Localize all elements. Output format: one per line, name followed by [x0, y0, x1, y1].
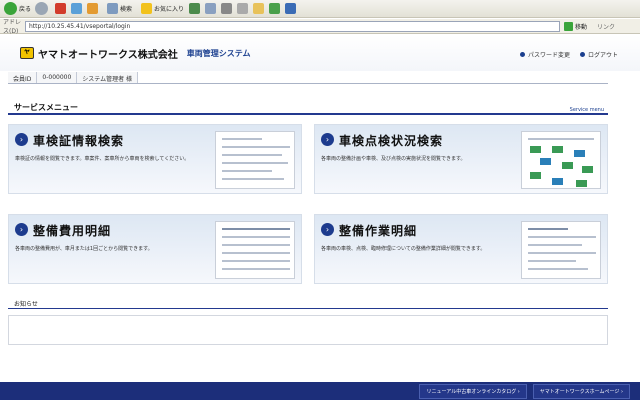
- star-icon: [141, 3, 153, 14]
- card-thumbnail: [521, 221, 601, 279]
- divider: [8, 113, 608, 115]
- password-change-link[interactable]: パスワード変更: [519, 50, 570, 59]
- card-title: 整備作業明細: [339, 224, 418, 238]
- edit-icon[interactable]: [237, 3, 249, 14]
- card-description: 車検証の情報を閲覧できます。車案件、案車所から車両を検索してください。: [15, 156, 190, 162]
- card-thumbnail: [521, 131, 601, 189]
- messenger-icon[interactable]: [269, 3, 281, 14]
- notice-title: お知らせ: [14, 301, 38, 308]
- address-input[interactable]: http://10.25.45.41/vseportal/login: [25, 20, 560, 32]
- refresh-icon[interactable]: [71, 3, 83, 14]
- service-menu-title: サービスメニュー: [14, 103, 78, 112]
- site-header: ヤ ヤマトオートワークス株式会社 車両管理システム パスワード変更 ログアウト: [0, 35, 640, 71]
- bullet-icon: [519, 52, 525, 57]
- divider: [8, 308, 608, 309]
- home-icon[interactable]: [87, 3, 99, 14]
- forward-button[interactable]: [35, 2, 50, 15]
- yamato-logo-icon: ヤ: [20, 47, 34, 59]
- arrow-right-icon: ›: [15, 133, 28, 146]
- browser-toolbar: 戻る 検索 お気に入り: [0, 0, 640, 18]
- card-title: 車検点検状況検索: [339, 134, 444, 148]
- card-inspection-status-search[interactable]: › 車検点検状況検索 各車両の整備計画や車検、及び点検の実施状況を閲覧できます。: [314, 124, 608, 194]
- header-links: パスワード変更 ログアウト: [510, 50, 618, 59]
- address-bar: アドレス(D) http://10.25.45.41/vseportal/log…: [0, 19, 640, 35]
- search-button[interactable]: 検索: [102, 3, 132, 14]
- card-description: 各車両の車検、点検、臨時修理についての整備作業詳細が閲覧できます。: [321, 246, 486, 252]
- forward-icon: [35, 2, 49, 15]
- arrow-right-icon: ›: [15, 223, 28, 236]
- card-description: 各車両の整備計画や車検、及び点検の実施状況を閲覧できます。: [321, 156, 466, 162]
- system-name: 車両管理システム: [186, 48, 251, 58]
- company-name: ヤマトオートワークス株式会社: [38, 49, 178, 61]
- folder-icon[interactable]: [253, 3, 265, 14]
- page-content: ヤ ヤマトオートワークス株式会社 車両管理システム パスワード変更 ログアウト …: [0, 35, 640, 400]
- user-role: システム管理者 様: [77, 72, 139, 83]
- mail-icon[interactable]: [205, 3, 217, 14]
- member-id-label: 会員ID: [8, 72, 38, 83]
- links-label[interactable]: リンク: [597, 22, 615, 31]
- card-vehicle-cert-search[interactable]: › 車検証情報検索 車検証の情報を閲覧できます。車案件、案車所から車両を検索して…: [8, 124, 302, 194]
- card-thumbnail: [215, 131, 295, 189]
- user-info-bar: 会員ID 0-000000 システム管理者 様: [8, 72, 608, 84]
- address-label: アドレス(D): [3, 19, 22, 35]
- history-icon[interactable]: [189, 3, 201, 14]
- card-maintenance-work[interactable]: › 整備作業明細 各車両の車検、点検、臨時修理についての整備作業詳細が閲覧できま…: [314, 214, 608, 284]
- card-title: 整備費用明細: [33, 224, 112, 238]
- used-car-catalog-link[interactable]: リニューアル中古車オンラインカタログ ›: [419, 383, 527, 399]
- logout-link[interactable]: ログアウト: [579, 50, 618, 59]
- card-maintenance-cost[interactable]: › 整備費用明細 各車両の整備費用が、車月または1回ごとから閲覧できます。: [8, 214, 302, 284]
- research-icon[interactable]: [285, 3, 297, 14]
- arrow-right-icon: ›: [321, 223, 334, 236]
- member-id-value: 0-000000: [37, 72, 78, 83]
- bullet-icon: [579, 52, 585, 57]
- go-arrow-icon: [564, 21, 573, 31]
- site-footer: リニューアル中古車オンラインカタログ › ヤマトオートワークスホームページ ›: [0, 382, 640, 400]
- favorites-button[interactable]: お気に入り: [136, 3, 184, 14]
- notice-box: [8, 315, 608, 345]
- card-thumbnail: [215, 221, 295, 279]
- back-icon: [4, 2, 17, 15]
- arrow-right-icon: ›: [321, 133, 334, 146]
- stop-icon[interactable]: [55, 3, 67, 14]
- card-description: 各車両の整備費用が、車月または1回ごとから閲覧できます。: [15, 246, 153, 252]
- go-button[interactable]: 移動: [564, 21, 587, 31]
- search-icon: [107, 3, 119, 14]
- back-button[interactable]: 戻る: [4, 2, 31, 15]
- card-title: 車検証情報検索: [33, 134, 125, 148]
- homepage-link[interactable]: ヤマトオートワークスホームページ ›: [532, 383, 630, 399]
- print-icon[interactable]: [221, 3, 233, 14]
